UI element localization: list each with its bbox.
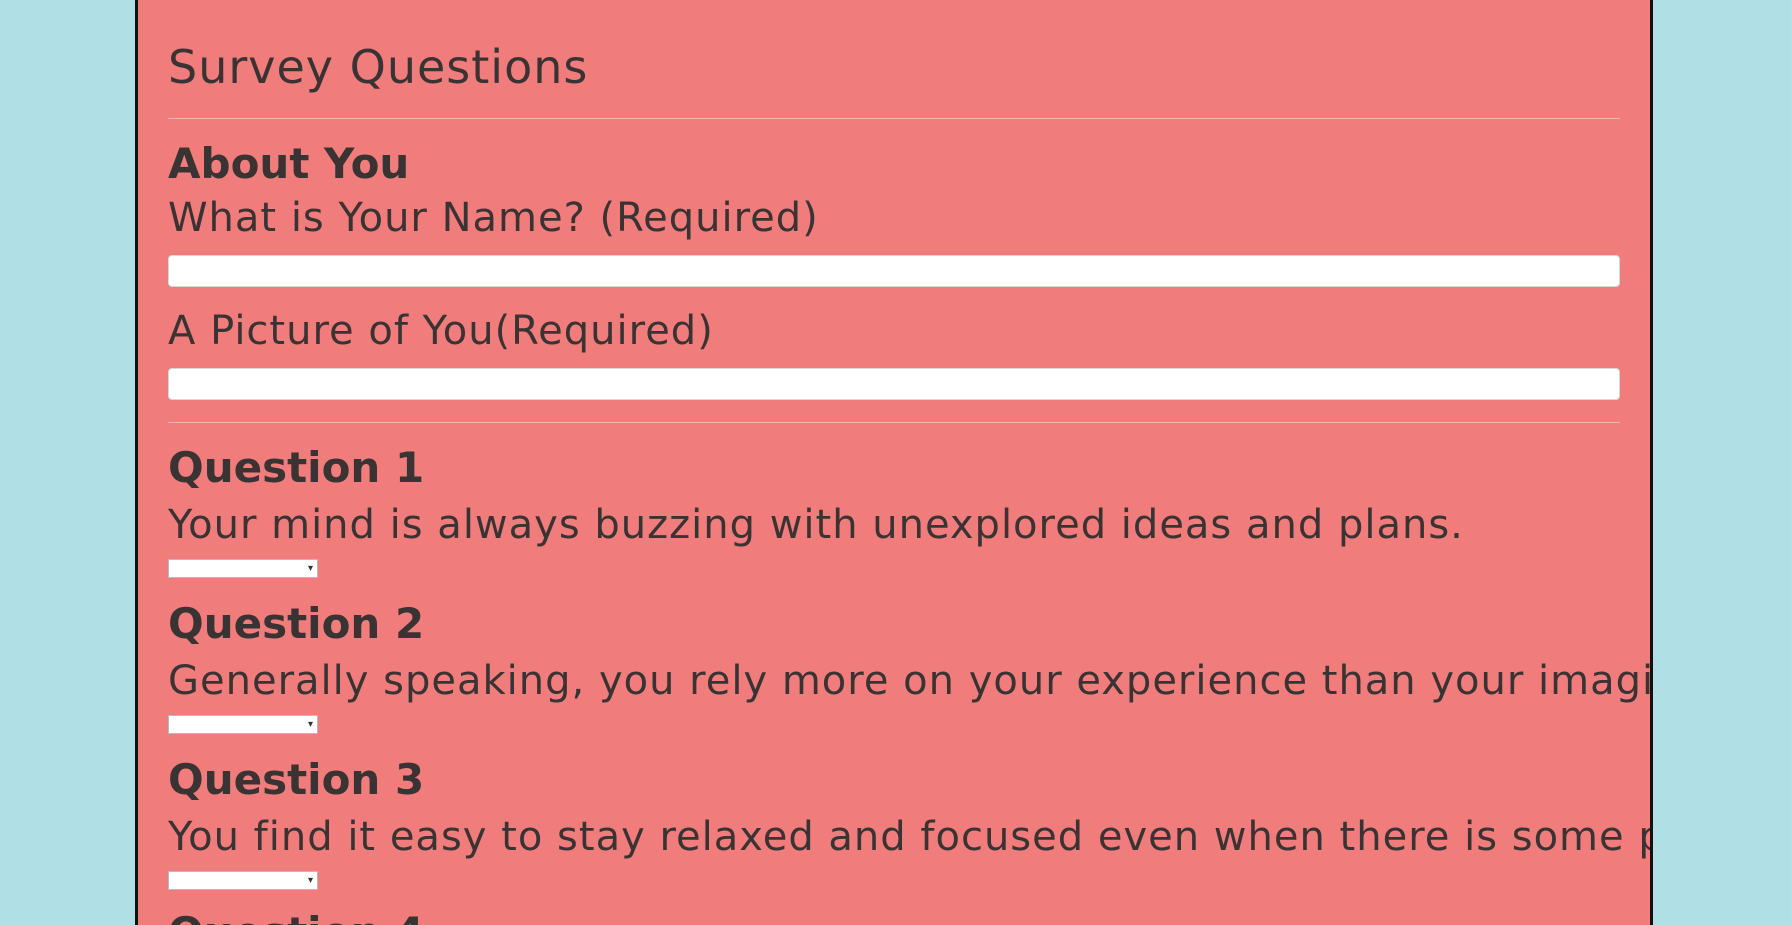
question-4-heading: Question 4 [168, 912, 424, 925]
picture-label: A Picture of You(Required) [168, 308, 714, 354]
chevron-down-icon: ▾ [307, 875, 313, 886]
chevron-down-icon: ▾ [307, 563, 313, 574]
question-3-select[interactable]: ▾ [168, 871, 318, 890]
question-3-heading: Question 3 [168, 755, 425, 804]
name-label: What is Your Name? (Required) [168, 195, 819, 241]
divider [168, 118, 1620, 119]
question-2-text: Generally speaking, you rely more on you… [168, 658, 1653, 704]
chevron-down-icon: ▾ [307, 719, 313, 730]
picture-input[interactable] [168, 368, 1620, 400]
question-2-select[interactable]: ▾ [168, 715, 318, 734]
about-you-heading: About You [168, 139, 410, 188]
page-title: Survey Questions [168, 40, 589, 94]
question-1-text: Your mind is always buzzing with unexplo… [168, 502, 1464, 548]
question-1-select[interactable]: ▾ [168, 559, 318, 578]
question-2-heading: Question 2 [168, 599, 425, 648]
question-1-heading: Question 1 [168, 443, 425, 492]
name-input[interactable] [168, 255, 1620, 287]
divider [168, 422, 1620, 423]
survey-panel: Survey Questions About You What is Your … [135, 0, 1653, 925]
question-3-text: You find it easy to stay relaxed and foc… [168, 814, 1650, 860]
